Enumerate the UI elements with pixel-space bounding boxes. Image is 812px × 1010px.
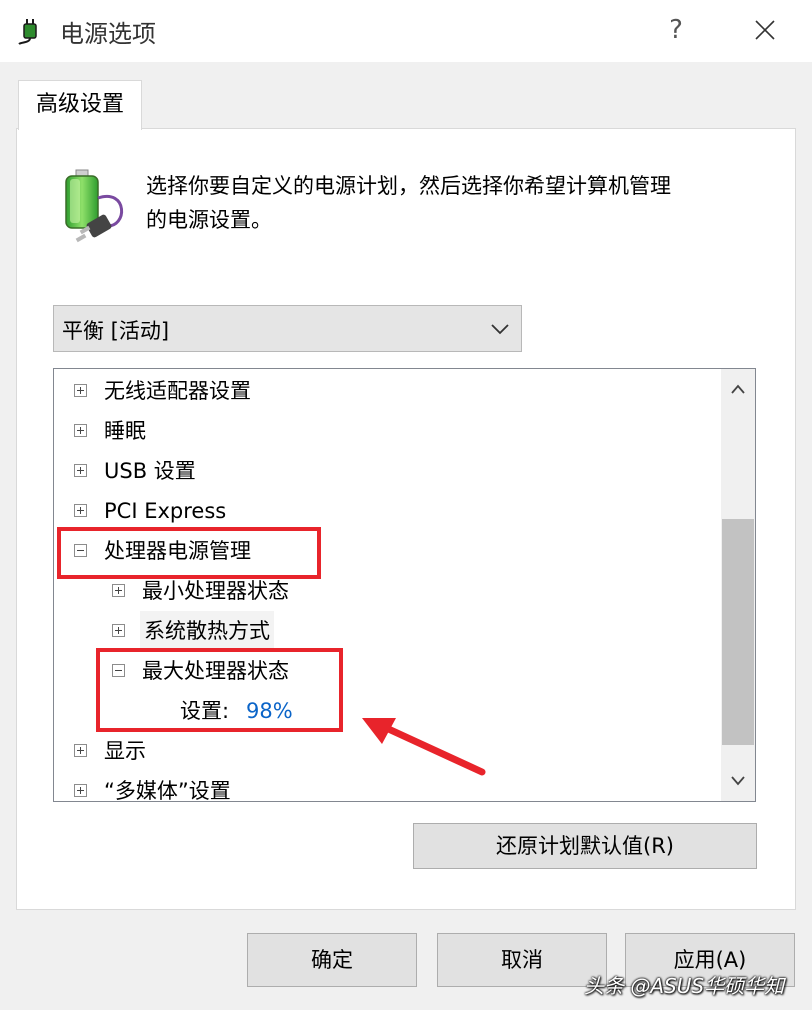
tree-item-wireless-adapter[interactable]: 无线适配器设置 xyxy=(54,371,722,411)
expand-plus-icon[interactable] xyxy=(74,784,87,797)
power-plan-value: 平衡 [活动] xyxy=(62,319,170,343)
tree-item-sleep[interactable]: 睡眠 xyxy=(54,411,722,451)
restore-defaults-button[interactable]: 还原计划默认值(R) xyxy=(413,823,757,869)
tab-advanced-settings[interactable]: 高级设置 xyxy=(18,80,142,130)
expand-plus-icon[interactable] xyxy=(74,424,87,437)
power-plan-select[interactable]: 平衡 [活动] xyxy=(53,305,522,352)
watermark-text: 头条 @ASUS华硕华知 xyxy=(584,974,785,998)
expand-plus-icon[interactable] xyxy=(74,464,87,477)
tree-scrollbar[interactable] xyxy=(721,369,755,801)
highlight-box-max-processor-state xyxy=(96,648,343,732)
scroll-down-icon[interactable] xyxy=(721,761,755,801)
expand-plus-icon[interactable] xyxy=(74,744,87,757)
cancel-button[interactable]: 取消 xyxy=(437,933,607,987)
ok-button[interactable]: 确定 xyxy=(247,933,417,987)
tree-item-usb[interactable]: USB 设置 xyxy=(54,451,722,491)
chevron-down-icon xyxy=(491,324,509,335)
description-text: 选择你要自定义的电源计划，然后选择你希望计算机管理 xyxy=(146,174,671,198)
scroll-up-icon[interactable] xyxy=(721,369,755,409)
close-icon xyxy=(755,20,775,40)
scroll-thumb[interactable] xyxy=(722,519,754,745)
expand-plus-icon[interactable] xyxy=(112,624,125,637)
highlight-box-processor-power xyxy=(57,527,321,579)
red-arrow-icon xyxy=(362,718,486,776)
description-text-continued: 的电源设置。 xyxy=(146,208,272,232)
power-plug-icon xyxy=(18,19,37,45)
help-icon: ? xyxy=(669,15,683,45)
help-button[interactable]: ? xyxy=(656,10,696,50)
expand-plus-icon[interactable] xyxy=(112,584,125,597)
title-bar: 电源选项 ? xyxy=(0,0,812,62)
tree-item-pci-express[interactable]: PCI Express xyxy=(54,491,722,531)
battery-plug-icon xyxy=(65,169,123,243)
window-title: 电源选项 xyxy=(60,20,156,48)
close-button[interactable] xyxy=(742,10,788,50)
tree-item-cooling-policy[interactable]: 系统散热方式 xyxy=(54,611,722,651)
expand-plus-icon[interactable] xyxy=(74,384,87,397)
expand-plus-icon[interactable] xyxy=(74,504,87,517)
